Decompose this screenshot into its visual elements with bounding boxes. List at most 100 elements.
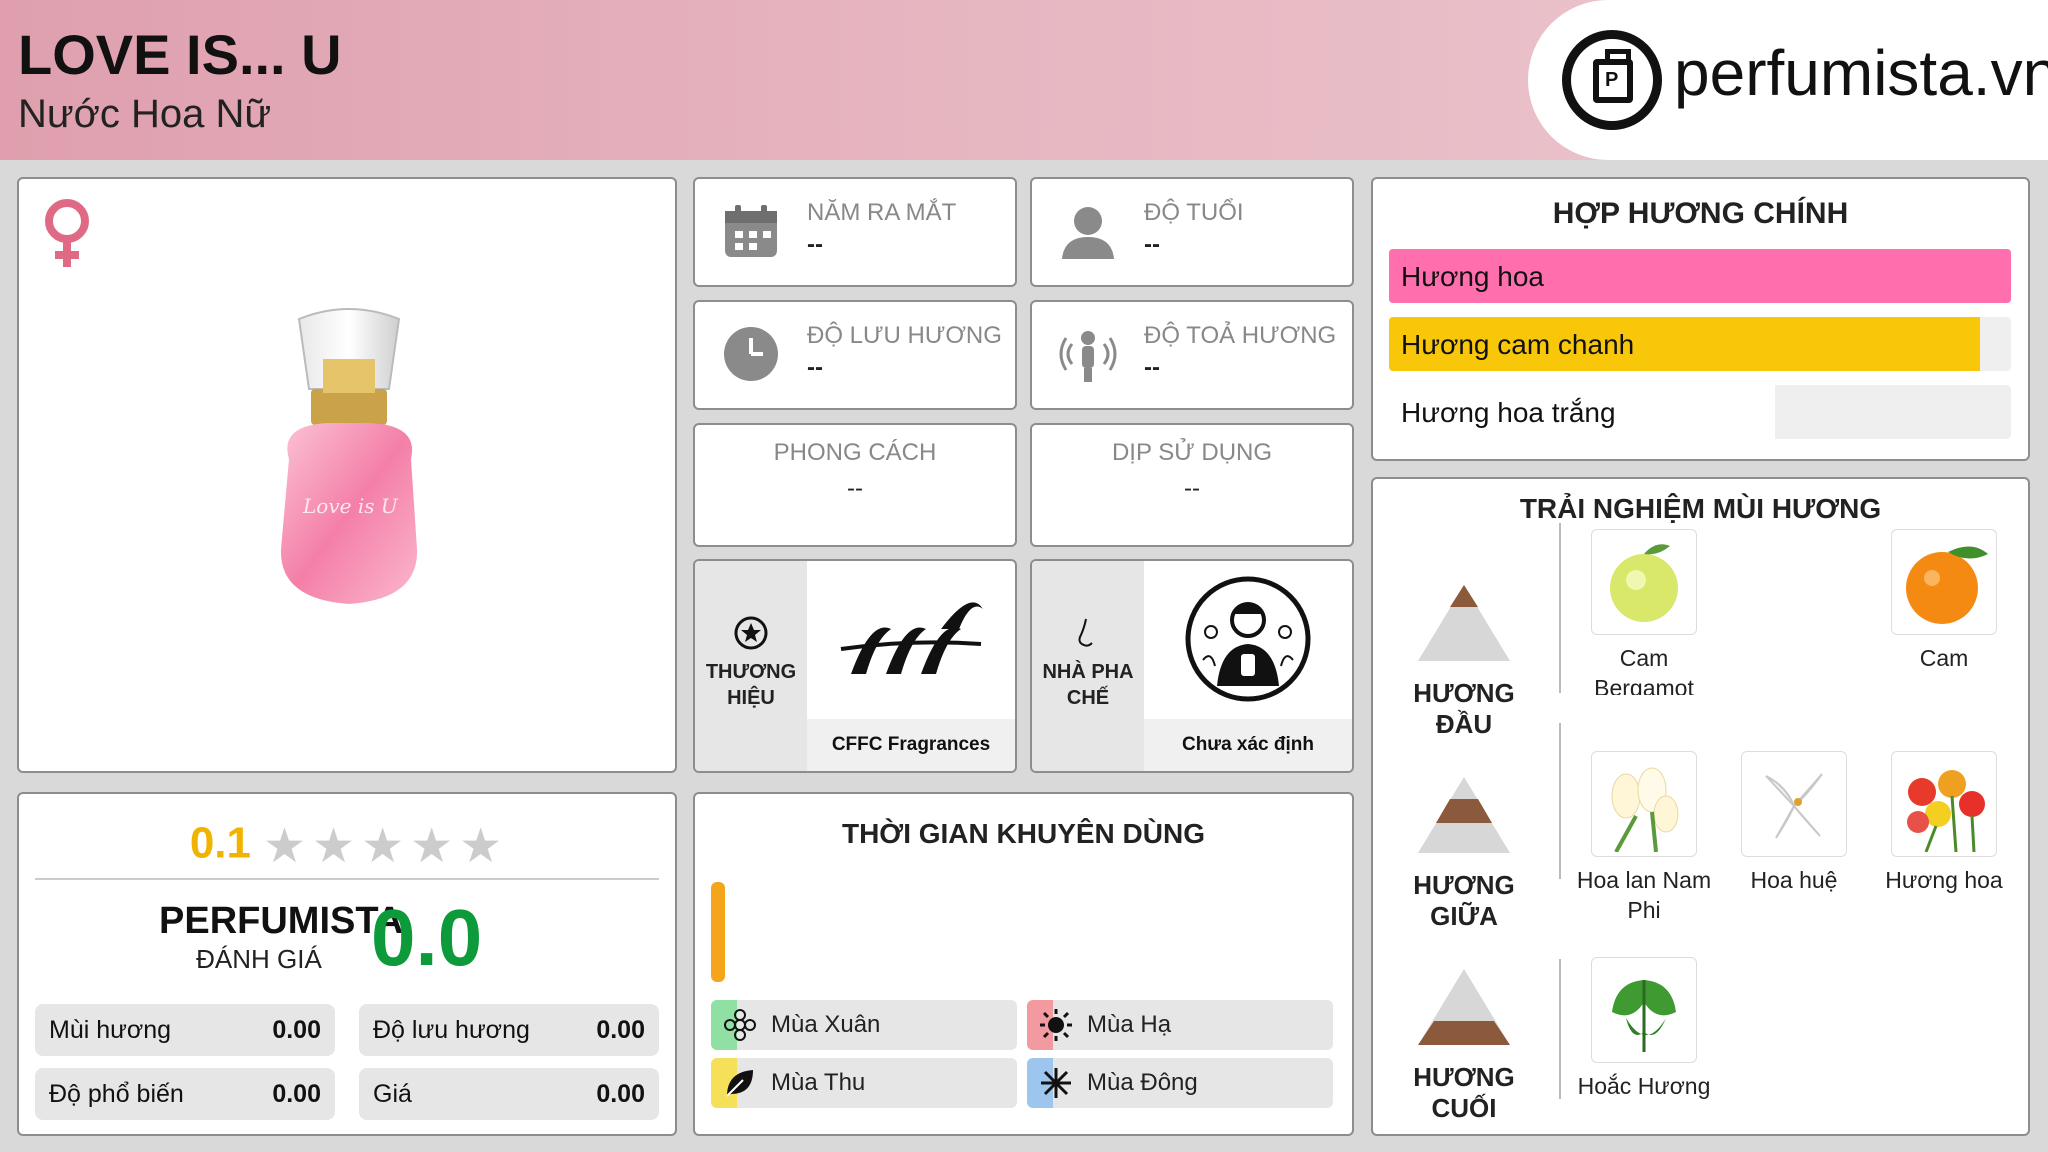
top-notes-tier: HƯƠNG ĐẦU (1389, 583, 1539, 740)
age-value: -- (1144, 231, 1160, 258)
season-winter: Mùa Đông (1027, 1058, 1333, 1108)
note-item[interactable]: Hoắc Hương (1569, 957, 1719, 1101)
season-label: Mùa Xuân (771, 1011, 881, 1038)
metric-label: Độ lưu hương (373, 1015, 530, 1044)
flowers-image (1891, 751, 1997, 857)
accord-bar: Hương cam chanh (1389, 317, 2011, 371)
season-spring: Mùa Xuân (711, 1000, 1017, 1050)
brand-logo[interactable]: P perfumista.vn (1528, 0, 2048, 160)
bergamot-image (1591, 529, 1697, 635)
base-notes-tier: HƯƠNG CUỐI (1389, 967, 1539, 1124)
brand-box[interactable]: THƯƠNG HIỆU CFFC Fragrances (693, 559, 1017, 773)
note-item[interactable]: Hoa lan Nam Phi (1569, 751, 1719, 925)
middle-notes-tier: HƯƠNG GIỮA (1389, 775, 1539, 932)
longevity-label: ĐỘ LƯU HƯƠNG (807, 322, 1002, 349)
season-label: Mùa Hạ (1087, 1011, 1172, 1038)
divider (35, 878, 659, 880)
occasion-box: DỊP SỬ DỤNG -- (1030, 423, 1354, 547)
star-rating[interactable]: ★★★★★ (263, 818, 508, 874)
orange-image (1891, 529, 1997, 635)
style-box: PHONG CÁCH -- (693, 423, 1017, 547)
release-year-label: NĂM RA MẮT (807, 199, 957, 226)
brand-label: THƯƠNG HIỆU (705, 661, 797, 709)
person-icon (1062, 207, 1114, 259)
perfumer-box[interactable]: NHÀ PHA CHẾ Chưa xác định (1030, 559, 1354, 773)
age-label: ĐỘ TUỔI (1144, 199, 1244, 226)
note-label: Cam (1919, 645, 1969, 671)
top-notes-label: HƯƠNG ĐẦU (1413, 678, 1515, 739)
perfumer-label: NHÀ PHA CHẾ (1042, 661, 1134, 709)
divider (1559, 959, 1561, 1099)
note-item[interactable]: Cam Bergamot vùng Calabria (1569, 529, 1719, 695)
perfumista-label: PERFUMISTA (159, 900, 404, 942)
pyramid-base-icon (1418, 969, 1510, 1045)
accord-label: Hương hoa trắng (1401, 397, 1616, 428)
note-item[interactable]: Cam (1869, 529, 2019, 673)
season-summer: Mùa Hạ (1027, 1000, 1333, 1050)
season-label: Mùa Đông (1087, 1069, 1198, 1096)
longevity-value: -- (807, 354, 823, 381)
note-label: Hoắc Hương (1577, 1073, 1711, 1099)
note-label: Hương hoa (1885, 867, 2003, 893)
notes-title: TRẢI NGHIỆM MÙI HƯƠNG (1519, 493, 1882, 524)
occasion-value: -- (1184, 475, 1200, 502)
snowflake-icon (1041, 1068, 1071, 1098)
style-label: PHONG CÁCH (773, 439, 937, 466)
season-label: Mùa Thu (771, 1069, 866, 1096)
metric-label: Độ phổ biến (49, 1079, 184, 1108)
clock-icon (724, 327, 778, 381)
perfumer-content: Chưa xác định (1144, 561, 1352, 771)
bottle-label: Love is U (302, 494, 399, 518)
leaf-icon (726, 1070, 753, 1097)
main-accords-panel: HỢP HƯƠNG CHÍNH Hương hoa Hương cam chan… (1371, 177, 2030, 461)
perfumista-sublabel: ĐÁNH GIÁ (196, 944, 322, 974)
patchouli-image (1591, 957, 1697, 1063)
perfume-bottle-image: Love is U (280, 308, 418, 604)
accord-label: Hương hoa (1401, 261, 1544, 292)
note-label: Cam Bergamot vùng Calabria (1594, 645, 1694, 695)
usage-time-title: THỜI GIAN KHUYÊN DÙNG (841, 818, 1205, 849)
metric-value: 0.00 (596, 1079, 645, 1108)
occasion-label: DỊP SỬ DỤNG (1111, 439, 1273, 466)
accords-title: HỢP HƯƠNG CHÍNH (1552, 197, 1849, 230)
brand-name: CFFC Fragrances (807, 719, 1015, 771)
scent-notes-panel: TRẢI NGHIỆM MÙI HƯƠNG HƯƠNG ĐẦU HƯƠNG GI… (1371, 477, 2030, 1136)
sillage-value: -- (1144, 354, 1160, 381)
perfumer-avatar-icon (1185, 576, 1311, 702)
calendar-icon (725, 205, 777, 257)
note-item[interactable]: Hương hoa (1869, 751, 2019, 895)
metric-label: Mùi hương (49, 1015, 172, 1044)
divider (1559, 523, 1561, 693)
metric-value: 0.00 (596, 1015, 645, 1044)
user-score-row: 0.1 ★★★★★ (19, 818, 679, 874)
accord-bar: Hương hoa trắng (1389, 385, 2011, 439)
note-item[interactable]: Hoa huệ (1719, 751, 1869, 895)
freesia-image (1591, 751, 1697, 857)
base-notes-label: HƯƠNG CUỐI (1413, 1062, 1515, 1123)
pyramid-top-icon (1418, 585, 1510, 661)
perfumer-image (1144, 561, 1352, 717)
rating-panel: 0.1 ★★★★★ PERFUMISTA ĐÁNH GIÁ 0.0 Mùi hươ… (17, 792, 677, 1136)
longevity-box: ĐỘ LƯU HƯƠNG -- (693, 300, 1017, 410)
metric-popularity: Độ phổ biến 0.00 (35, 1068, 335, 1120)
logo-text: perfumista.vn (1674, 37, 2048, 109)
divider (1559, 723, 1561, 879)
brand-content: CFFC Fragrances (807, 561, 1015, 771)
perfume-subtitle: Nước Hoa Nữ (18, 92, 272, 136)
metric-label: Giá (373, 1079, 412, 1108)
user-score: 0.1 (189, 818, 251, 868)
brand-logo-image (807, 561, 1015, 717)
note-label: Hoa huệ (1750, 867, 1838, 893)
perfumer-name: Chưa xác định (1144, 719, 1352, 771)
product-image-panel: Love is U (17, 177, 677, 773)
sillage-box: ĐỘ TOẢ HƯƠNG -- (1030, 300, 1354, 410)
nose-icon (1078, 618, 1093, 647)
metric-value: 0.00 (272, 1015, 321, 1044)
page-header: LOVE IS... U Nước Hoa Nữ P perfumista.vn (0, 0, 2048, 160)
note-label: Hoa lan Nam Phi (1576, 867, 1712, 923)
female-symbol-icon (45, 199, 89, 267)
perfume-bottle-logo-icon: P (1562, 30, 1662, 130)
cffc-logo-icon (840, 602, 983, 674)
pyramid-middle-icon (1418, 777, 1510, 853)
day-night-bar (711, 882, 725, 982)
